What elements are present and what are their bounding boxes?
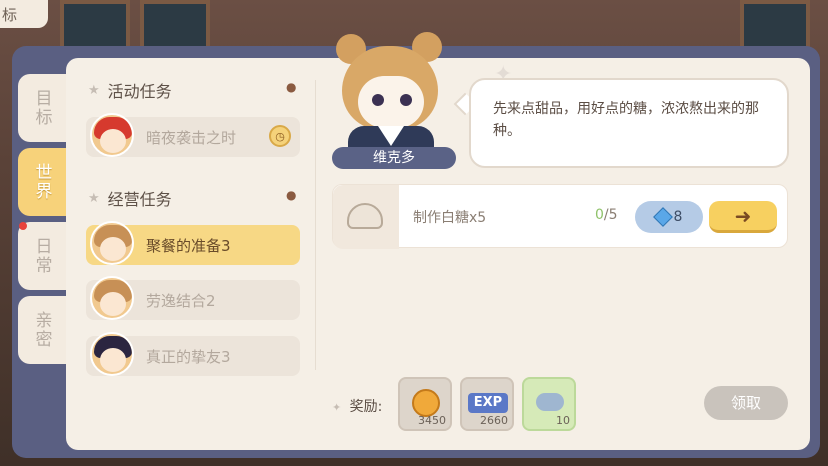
reward-count: 3450	[418, 414, 446, 427]
collapse-icon[interactable]: ●	[286, 80, 296, 94]
goal-progress-total: /5	[603, 207, 618, 223]
section-title: 经营任务	[107, 190, 172, 209]
tab-world-label: 世界	[31, 163, 52, 201]
task-label: 真正的挚友3	[146, 347, 231, 366]
npc-avatar	[90, 113, 134, 157]
claim-button[interactable]: 领取	[704, 386, 788, 420]
tab-goals[interactable]: 目标	[18, 74, 66, 142]
gem-skip-button[interactable]: 8	[635, 201, 703, 233]
reward-exp[interactable]: EXP 2660	[460, 377, 514, 431]
star-icon: ★	[88, 82, 100, 98]
tab-daily-label: 日常	[31, 237, 52, 275]
gem-icon	[652, 207, 673, 227]
divider	[315, 80, 316, 370]
speech-bubble: 先来点甜品，用好点的糖，浓浓熬出来的那种。	[469, 78, 789, 168]
npc-portrait	[328, 28, 452, 160]
task-label: 聚餐的准备3	[146, 236, 231, 255]
clock-icon: ◷	[269, 125, 291, 147]
reward-count: 10	[556, 414, 570, 427]
tab-intimacy[interactable]: 亲密	[18, 296, 66, 364]
sugar-icon	[347, 203, 383, 229]
task-item[interactable]: 暗夜袭击之时	[86, 113, 300, 157]
npc-avatar	[90, 332, 134, 376]
rewards-label-text: 奖励:	[349, 399, 383, 415]
section-event-tasks: ★ 活动任务	[88, 78, 172, 102]
go-button[interactable]: ➜	[709, 201, 777, 233]
collapse-icon[interactable]: ●	[286, 188, 296, 202]
reward-count: 2660	[480, 414, 508, 427]
goal-row: 制作白糖x5 0/5 8 ➜	[332, 184, 788, 249]
tab-goals-label: 目标	[31, 89, 52, 127]
section-business-tasks: ★ 经营任务	[88, 186, 172, 210]
rewards-label: ✦ 奖励:	[332, 396, 382, 416]
goal-text: 制作白糖x5	[413, 210, 487, 226]
star-icon: ★	[88, 190, 100, 206]
top-tab[interactable]: 标	[0, 0, 48, 28]
npc-avatar	[90, 221, 134, 265]
npc-name-tag: 维克多	[332, 147, 456, 169]
plus-icon: ✦	[332, 401, 342, 414]
tab-intimacy-label: 亲密	[31, 311, 52, 349]
tab-daily[interactable]: 日常	[18, 222, 66, 290]
npc-avatar	[90, 276, 134, 320]
coin-icon	[412, 389, 440, 417]
tab-world[interactable]: 世界	[18, 148, 66, 216]
task-label: 劳逸结合2	[146, 291, 216, 310]
exp-icon: EXP	[468, 393, 508, 413]
cloud-icon	[536, 393, 564, 411]
task-item[interactable]: 聚餐的准备3	[86, 221, 300, 265]
notification-badge	[19, 222, 27, 230]
top-tab-label: 标	[2, 6, 18, 24]
task-label: 暗夜袭击之时	[146, 128, 237, 147]
goal-progress-current: 0	[595, 207, 604, 223]
reward-coin[interactable]: 3450	[398, 377, 452, 431]
gem-cost: 8	[673, 209, 683, 225]
task-item[interactable]: 真正的挚友3	[86, 332, 300, 376]
section-title: 活动任务	[107, 82, 172, 101]
goal-progress: 0/5	[595, 207, 618, 223]
reward-cloud[interactable]: 10	[522, 377, 576, 431]
arrow-right-icon: ➜	[734, 203, 752, 228]
dialog-text: 先来点甜品，用好点的糖，浓浓熬出来的那种。	[493, 101, 759, 139]
goal-item-box	[333, 185, 399, 249]
task-item[interactable]: 劳逸结合2	[86, 276, 300, 320]
